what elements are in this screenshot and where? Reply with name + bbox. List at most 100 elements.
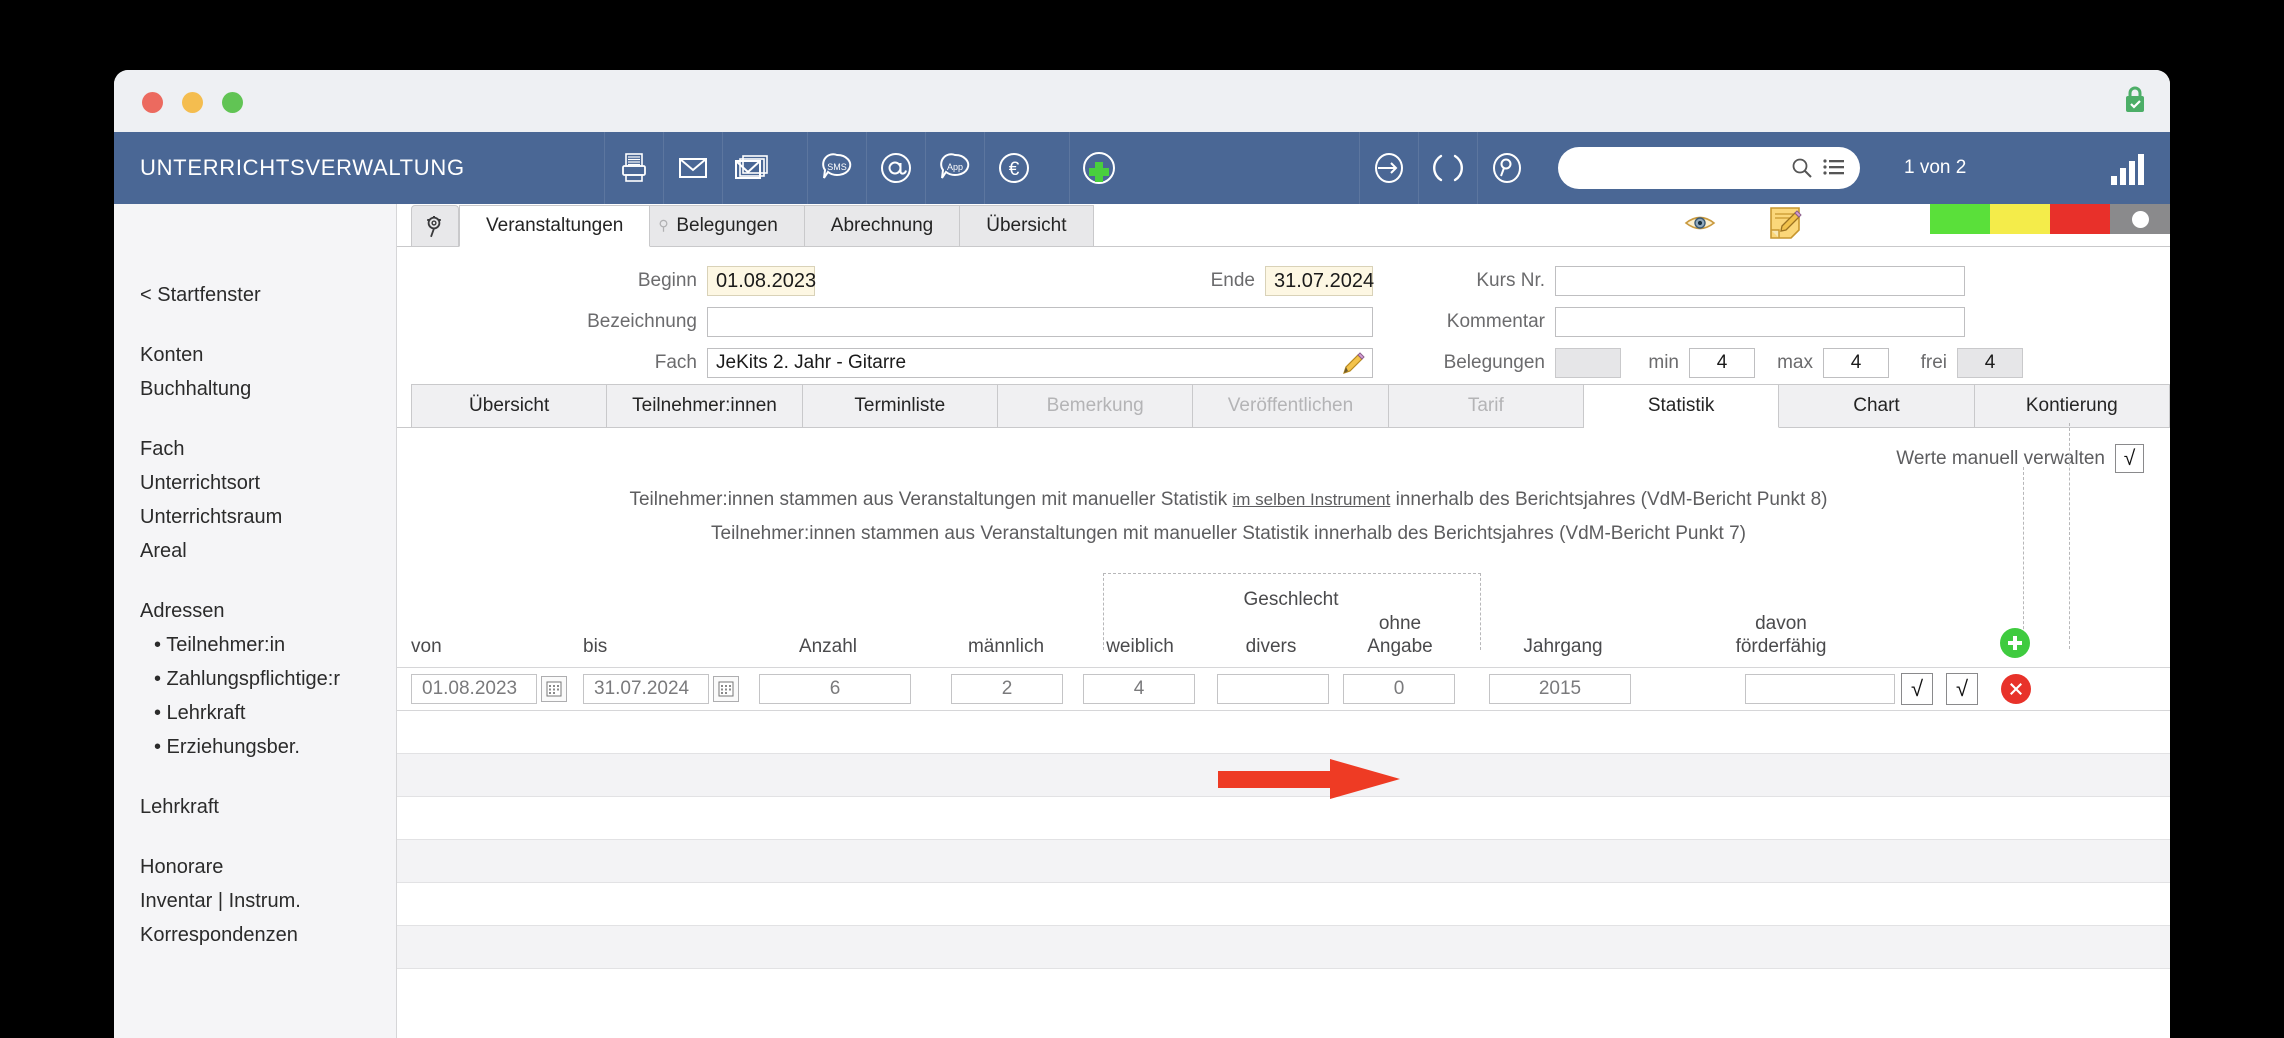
- mail-multiple-icon[interactable]: [722, 132, 781, 204]
- eye-icon[interactable]: [1684, 212, 1716, 239]
- sidebar-item-erziehungsberechtigte[interactable]: • Erziehungsber.: [114, 730, 396, 764]
- status-chip-red[interactable]: [2050, 204, 2110, 234]
- sidebar-item-inventar[interactable]: Inventar | Instrum.: [114, 884, 396, 918]
- window-titlebar: [114, 70, 2170, 132]
- frei-value: 4: [1957, 348, 2023, 378]
- sidebar-item-fach[interactable]: Fach: [114, 432, 396, 466]
- sidebar-item-areal[interactable]: Areal: [114, 534, 396, 568]
- search-input[interactable]: [1574, 157, 1793, 179]
- main-toolbar: UNTERRICHTSVERWALTUNG SMS App € 1 von 2: [114, 132, 2170, 204]
- ende-input[interactable]: 31.07.2024: [1265, 266, 1374, 296]
- note-edit-icon[interactable]: [1768, 206, 1802, 245]
- tab-sub-chart[interactable]: Chart: [1779, 384, 1975, 427]
- bar-chart-icon[interactable]: [2108, 152, 2148, 191]
- status-chip-green[interactable]: [1930, 204, 1990, 234]
- row-foerderfaehig-input[interactable]: [1745, 674, 1895, 704]
- row-checkbox-punkt8[interactable]: √: [1901, 673, 1933, 705]
- sidebar-item-konten[interactable]: Konten: [114, 338, 396, 372]
- sidebar-item-teilnehmer[interactable]: • Teilnehmer:in: [114, 628, 396, 662]
- mail-icon[interactable]: [663, 132, 722, 204]
- tab-sub-terminliste[interactable]: Terminliste: [802, 384, 998, 427]
- tab-uebersicht[interactable]: Übersicht: [960, 205, 1094, 246]
- maximize-window-button[interactable]: [222, 92, 243, 113]
- minimize-window-button[interactable]: [182, 92, 203, 113]
- app-icon[interactable]: App: [925, 132, 984, 204]
- max-input[interactable]: 4: [1823, 348, 1889, 378]
- tab-label: Veranstaltungen: [486, 215, 624, 236]
- sidebar-item-adressen[interactable]: Adressen: [114, 594, 396, 628]
- sidebar-item-unterrichtsraum[interactable]: Unterrichtsraum: [114, 500, 396, 534]
- goto-icon[interactable]: [1359, 132, 1418, 204]
- search-box[interactable]: [1558, 147, 1860, 189]
- tab-abrechnung[interactable]: Abrechnung: [804, 205, 961, 246]
- row-maennlich-input[interactable]: 2: [951, 674, 1063, 704]
- row-weiblich-input[interactable]: 4: [1083, 674, 1195, 704]
- sms-icon[interactable]: SMS: [807, 132, 866, 204]
- min-input[interactable]: 4: [1689, 348, 1755, 378]
- label-fach: Fach: [654, 352, 697, 373]
- calendar-icon[interactable]: [541, 676, 567, 702]
- tab-sub-bemerkung: Bemerkung: [997, 384, 1194, 427]
- list-icon[interactable]: [1822, 156, 1846, 180]
- add-row-button[interactable]: [1985, 628, 2045, 667]
- sidebar-item-korrespondenzen[interactable]: Korrespondenzen: [114, 918, 396, 952]
- row-ohne-angabe-input[interactable]: 0: [1343, 674, 1455, 704]
- cell-check-7: √: [1939, 673, 1985, 705]
- main-pane: Veranstaltungen ⚲ Belegungen Abrechnung …: [397, 204, 2170, 1038]
- sidebar-item-unterrichtsort[interactable]: Unterrichtsort: [114, 466, 396, 500]
- at-icon[interactable]: [866, 132, 925, 204]
- tab-sub-uebersicht[interactable]: Übersicht: [411, 384, 608, 427]
- row-jahrgang-input[interactable]: 2015: [1489, 674, 1631, 704]
- find-icon[interactable]: [1477, 132, 1536, 204]
- sidebar-item-buchhaltung[interactable]: Buchhaltung: [114, 372, 396, 406]
- form-row-fach: Fach JeKits 2. Jahr - Gitarre Belegungen…: [397, 345, 2170, 381]
- table-row[interactable]: 01.08.2023 31.07.2024 6 2 4 0 2015 √ √: [397, 668, 2170, 711]
- manual-values-checkbox[interactable]: √: [2115, 444, 2144, 473]
- row-divers-input[interactable]: [1217, 674, 1329, 704]
- tab-label: Abrechnung: [830, 215, 934, 236]
- close-window-button[interactable]: [142, 92, 163, 113]
- row-bis-input[interactable]: 31.07.2024: [583, 674, 709, 704]
- pencil-icon[interactable]: [1340, 351, 1366, 383]
- row-checkbox-punkt7[interactable]: √: [1946, 673, 1978, 705]
- beginn-input[interactable]: 01.08.2023: [707, 266, 816, 296]
- sidebar-item-lehrkraft[interactable]: Lehrkraft: [114, 790, 396, 824]
- row-anzahl-input[interactable]: 6: [759, 674, 911, 704]
- statistik-pane: Werte manuell verwalten √ Teilnehmer:inn…: [397, 423, 2170, 1038]
- kommentar-input[interactable]: [1555, 307, 1965, 337]
- tab-veranstaltungen[interactable]: Veranstaltungen: [459, 205, 651, 247]
- refresh-icon[interactable]: [1418, 132, 1477, 204]
- kursnr-input[interactable]: [1555, 266, 1965, 296]
- label-bezeichnung: Bezeichnung: [587, 311, 697, 332]
- cell-ohne-angabe: 0: [1343, 674, 1461, 704]
- add-row-icon[interactable]: [2000, 628, 2030, 658]
- label-kursnr: Kurs Nr.: [1476, 270, 1545, 291]
- sidebar-item-honorare[interactable]: Honorare: [114, 850, 396, 884]
- print-icon[interactable]: [604, 132, 663, 204]
- bezeichnung-input[interactable]: [707, 307, 1373, 337]
- status-color-chips: [1930, 204, 2170, 234]
- sidebar-item-lehrkraft-adresse[interactable]: • Lehrkraft: [114, 696, 396, 730]
- table-empty-row: [397, 926, 2170, 969]
- status-chip-yellow[interactable]: [1990, 204, 2050, 234]
- tab-sub-teilnehmerinnen[interactable]: Teilnehmer:innen: [607, 384, 803, 427]
- screenshot-root: UNTERRICHTSVERWALTUNG SMS App € 1 von 2 …: [0, 0, 2284, 1038]
- tab-belegungen[interactable]: ⚲ Belegungen: [650, 205, 805, 246]
- add-circle-icon[interactable]: [1069, 132, 1128, 204]
- sidebar-item-zahlungspflichtige[interactable]: • Zahlungspflichtige:r: [114, 662, 396, 696]
- svg-text:SMS: SMS: [827, 162, 847, 172]
- label-ende: Ende: [1210, 270, 1255, 291]
- calendar-icon-2[interactable]: [713, 676, 739, 702]
- sidebar-back-startfenster[interactable]: < Startfenster: [114, 278, 396, 312]
- tab-sub-statistik[interactable]: Statistik: [1583, 384, 1780, 428]
- tab-sub-kontierung[interactable]: Kontierung: [1974, 384, 2170, 427]
- gear-icon[interactable]: [411, 205, 459, 246]
- col-header-divers: divers: [1245, 636, 1297, 657]
- manual-values-label: Werte manuell verwalten: [1896, 447, 2105, 469]
- fach-input[interactable]: JeKits 2. Jahr - Gitarre: [707, 348, 1373, 378]
- status-chip-grey[interactable]: [2110, 204, 2170, 234]
- delete-row-icon[interactable]: [2001, 674, 2031, 704]
- row-von-input[interactable]: 01.08.2023: [411, 674, 537, 704]
- euro-icon[interactable]: €: [984, 132, 1043, 204]
- magnifier-icon[interactable]: [1790, 156, 1814, 180]
